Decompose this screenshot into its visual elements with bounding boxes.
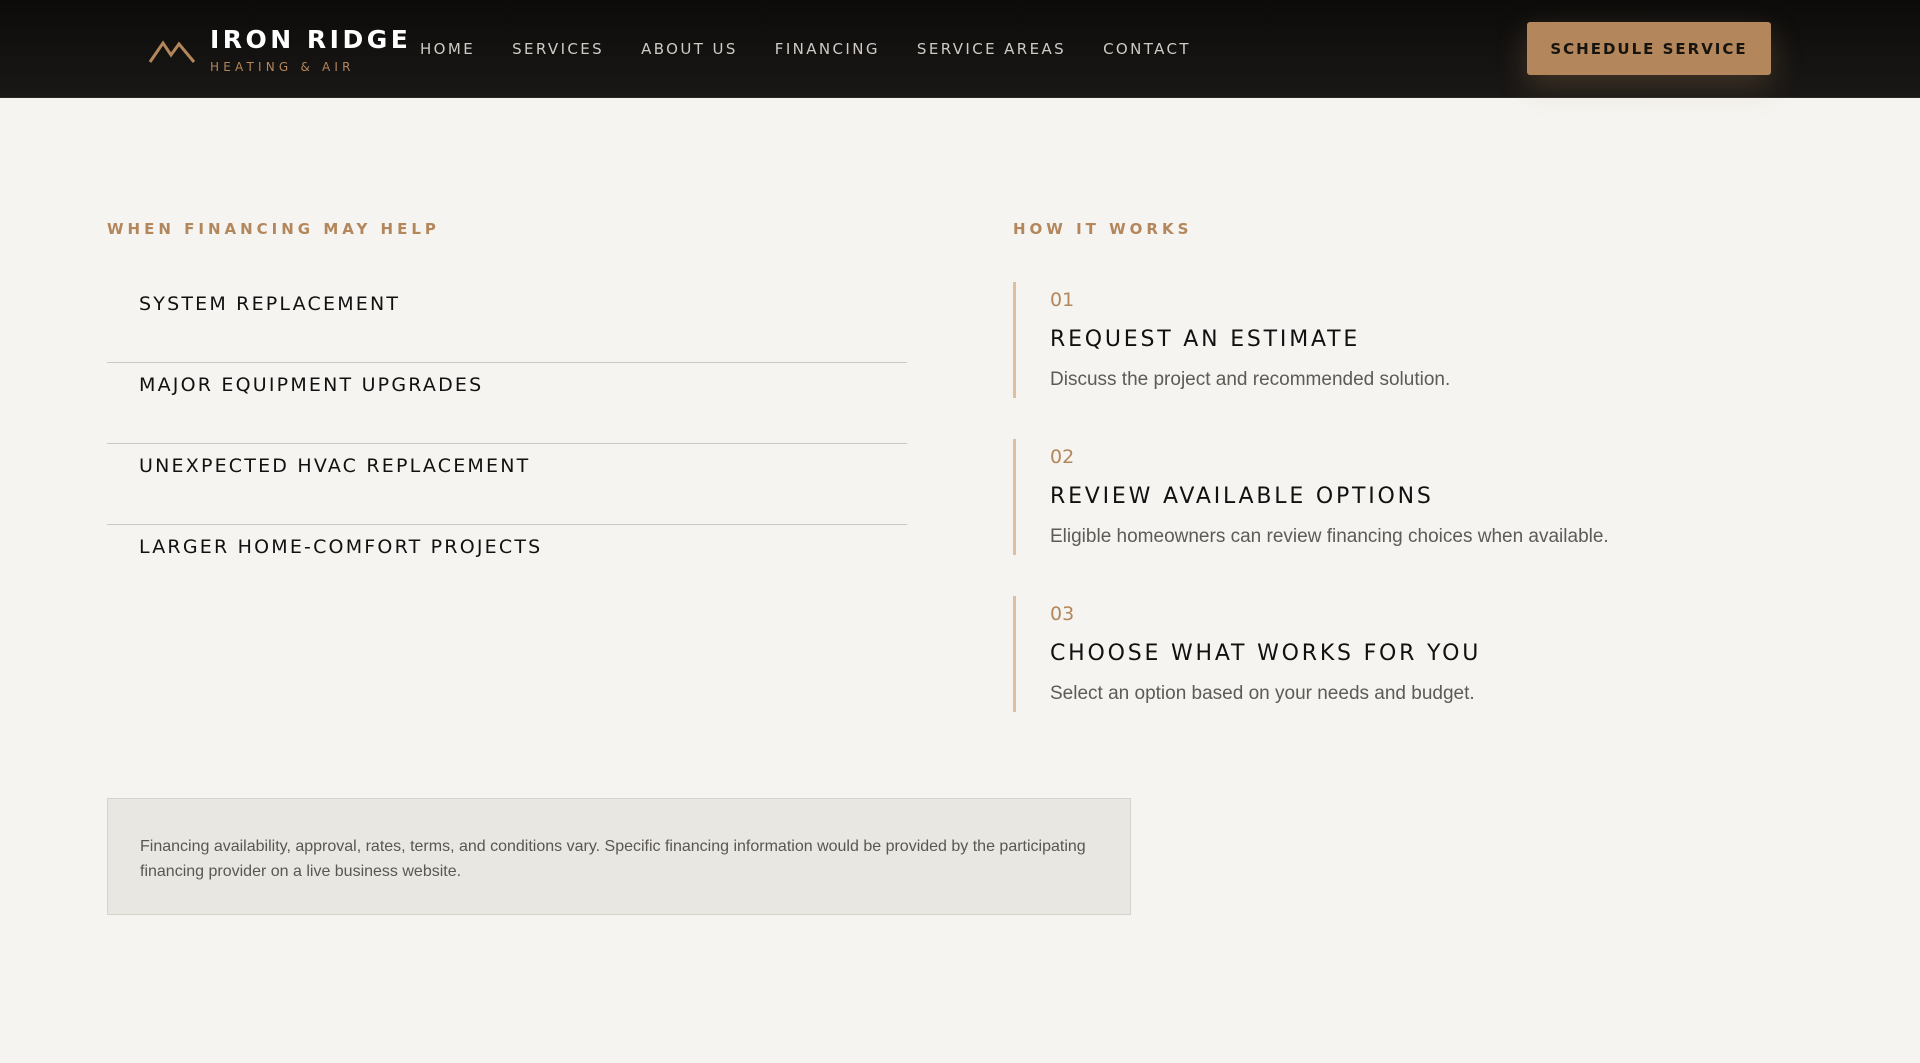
nav-contact[interactable]: CONTACT: [1103, 36, 1191, 62]
step-title: REVIEW AVAILABLE OPTIONS: [1050, 484, 1434, 509]
step-card: 02 REVIEW AVAILABLE OPTIONS Eligible hom…: [1013, 439, 1773, 555]
list-item: SYSTEM REPLACEMENT: [107, 282, 907, 363]
how-it-works-eyebrow: HOW IT WORKS: [1013, 220, 1193, 238]
site-header: IRON RIDGE HEATING & AIR HOME SERVICES A…: [0, 0, 1920, 98]
nav-about-us[interactable]: ABOUT US: [641, 36, 738, 62]
list-item-label: LARGER HOME-COMFORT PROJECTS: [139, 536, 543, 558]
brand-tagline: HEATING & AIR: [210, 60, 355, 74]
brand-name: IRON RIDGE: [210, 25, 412, 54]
step-description: Eligible homeowners can review financing…: [1050, 526, 1609, 547]
brand-logo-link[interactable]: IRON RIDGE HEATING & AIR: [148, 24, 411, 76]
step-card: 03 CHOOSE WHAT WORKS FOR YOU Select an o…: [1013, 596, 1773, 712]
step-number: 02: [1050, 446, 1075, 468]
nav-home[interactable]: HOME: [420, 36, 475, 62]
mountain-icon: [148, 40, 196, 63]
nav-services[interactable]: SERVICES: [512, 36, 604, 62]
step-title: REQUEST AN ESTIMATE: [1050, 327, 1361, 352]
nav-service-areas[interactable]: SERVICE AREAS: [917, 36, 1066, 62]
steps-list: 01 REQUEST AN ESTIMATE Discuss the proje…: [1013, 282, 1773, 753]
main-nav: HOME SERVICES ABOUT US FINANCING SERVICE…: [420, 36, 1191, 62]
step-description: Select an option based on your needs and…: [1050, 683, 1475, 704]
list-item-label: MAJOR EQUIPMENT UPGRADES: [139, 374, 484, 396]
step-number: 03: [1050, 603, 1075, 625]
brand-text: IRON RIDGE HEATING & AIR: [210, 25, 411, 75]
financing-disclaimer: Financing availability, approval, rates,…: [107, 798, 1131, 915]
list-item: UNEXPECTED HVAC REPLACEMENT: [107, 444, 907, 525]
list-item-label: SYSTEM REPLACEMENT: [139, 293, 401, 315]
step-description: Discuss the project and recommended solu…: [1050, 369, 1451, 390]
step-card: 01 REQUEST AN ESTIMATE Discuss the proje…: [1013, 282, 1773, 398]
financing-eyebrow: WHEN FINANCING MAY HELP: [107, 220, 440, 238]
financing-use-list: SYSTEM REPLACEMENT MAJOR EQUIPMENT UPGRA…: [107, 282, 907, 606]
list-item: MAJOR EQUIPMENT UPGRADES: [107, 363, 907, 444]
schedule-service-button[interactable]: SCHEDULE SERVICE: [1527, 22, 1771, 75]
nav-financing[interactable]: FINANCING: [775, 36, 880, 62]
list-item: LARGER HOME-COMFORT PROJECTS: [107, 525, 907, 606]
list-item-label: UNEXPECTED HVAC REPLACEMENT: [139, 455, 531, 477]
step-number: 01: [1050, 289, 1075, 311]
disclaimer-text: Financing availability, approval, rates,…: [140, 838, 1086, 880]
step-title: CHOOSE WHAT WORKS FOR YOU: [1050, 641, 1482, 666]
